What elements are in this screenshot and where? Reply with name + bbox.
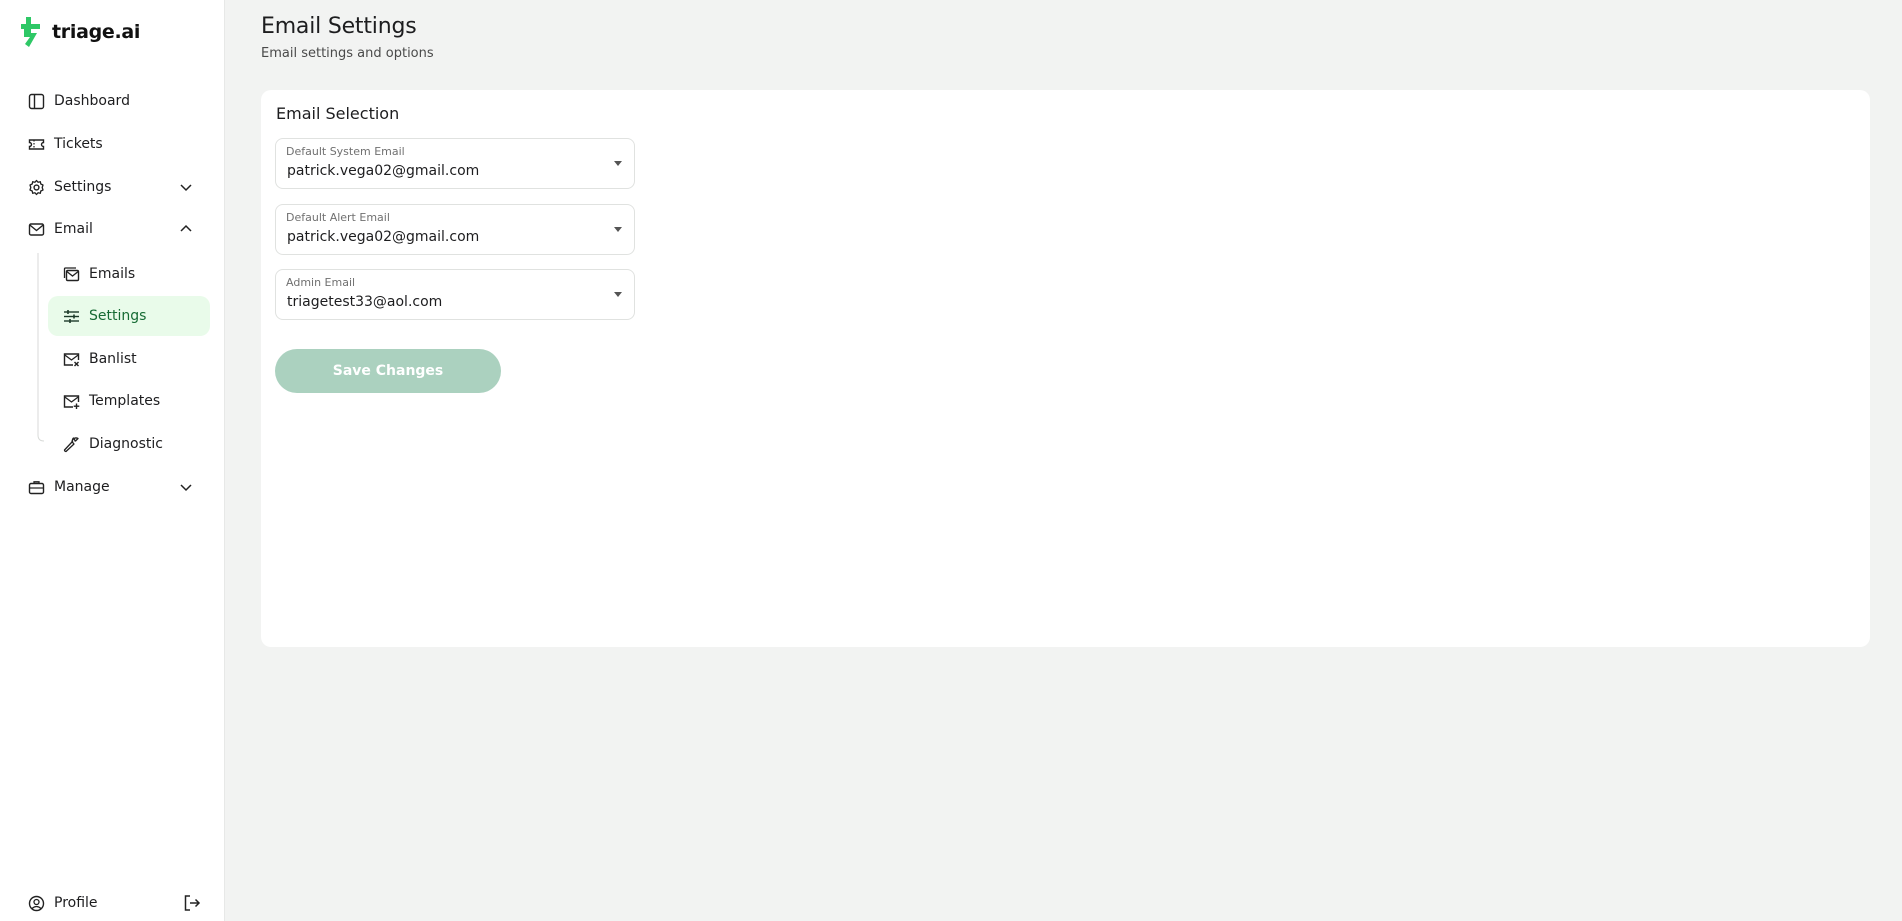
sidebar-item-label: Dashboard xyxy=(54,93,130,109)
save-changes-button[interactable]: Save Changes xyxy=(275,349,501,393)
email-sub-item-diagnostic[interactable]: Diagnostic xyxy=(48,424,210,464)
chevron-up-icon xyxy=(180,224,192,232)
sidebar: triage.ai Dashboard Tickets Settings Ema… xyxy=(0,0,225,921)
select-value: patrick.vega02@gmail.com xyxy=(287,229,480,245)
email-sub-item-banlist[interactable]: Banlist xyxy=(48,339,210,379)
page-subtitle: Email settings and options xyxy=(261,46,434,61)
triage-logo-icon xyxy=(21,17,40,47)
select-label: Admin Email xyxy=(286,276,356,289)
sidebar-item-label: Tickets xyxy=(54,136,103,152)
sidebar-item-dashboard[interactable]: Dashboard xyxy=(28,86,203,116)
gear-icon xyxy=(28,179,45,196)
sidebar-item-profile[interactable]: Profile xyxy=(28,888,203,918)
select-label: Default System Email xyxy=(286,145,405,158)
brand-logo[interactable]: triage.ai xyxy=(20,17,140,47)
sub-item-label: Templates xyxy=(89,393,161,409)
logout-icon[interactable] xyxy=(183,894,201,912)
mail-stack-icon xyxy=(63,266,80,283)
email-sub-item-emails[interactable]: Emails xyxy=(48,254,210,294)
mail-plus-icon xyxy=(63,393,80,410)
default-system-email-select[interactable]: Default System Email patrick.vega02@gmai… xyxy=(275,138,635,189)
user-circle-icon xyxy=(28,895,45,912)
chevron-down-icon xyxy=(180,484,192,492)
briefcase-icon xyxy=(28,479,45,496)
page-title: Email Settings xyxy=(261,14,417,39)
select-label: Default Alert Email xyxy=(286,211,390,224)
dropdown-caret-icon xyxy=(614,161,622,166)
sidebar-item-email[interactable]: Email xyxy=(28,214,203,244)
sidebar-item-label: Manage xyxy=(54,479,110,495)
profile-label: Profile xyxy=(54,895,98,911)
email-selection-card: Email Selection Default System Email pat… xyxy=(261,90,1870,647)
dashboard-icon xyxy=(28,93,45,110)
sub-item-label: Banlist xyxy=(89,351,137,367)
mail-x-icon xyxy=(63,351,80,368)
chevron-down-icon xyxy=(180,184,192,192)
mail-icon xyxy=(28,221,45,238)
admin-email-select[interactable]: Admin Email triagetest33@aol.com xyxy=(275,269,635,320)
email-sub-item-templates[interactable]: Templates xyxy=(48,381,210,421)
subtree-connector xyxy=(37,253,45,442)
ticket-icon xyxy=(28,136,45,153)
dropdown-caret-icon xyxy=(614,227,622,232)
sub-item-label: Settings xyxy=(89,308,147,324)
sidebar-item-settings[interactable]: Settings xyxy=(28,172,203,202)
select-value: patrick.vega02@gmail.com xyxy=(287,163,480,179)
sidebar-item-label: Email xyxy=(54,221,93,237)
select-value: triagetest33@aol.com xyxy=(287,294,443,310)
brand-name: triage.ai xyxy=(52,21,141,43)
default-alert-email-select[interactable]: Default Alert Email patrick.vega02@gmail… xyxy=(275,204,635,255)
email-sub-item-settings[interactable]: Settings xyxy=(48,296,210,336)
sub-item-label: Emails xyxy=(89,266,136,282)
sub-item-label: Diagnostic xyxy=(89,436,163,452)
wrench-icon xyxy=(63,436,80,453)
sliders-icon xyxy=(63,308,80,325)
sidebar-item-tickets[interactable]: Tickets xyxy=(28,129,203,159)
card-title: Email Selection xyxy=(276,104,400,123)
dropdown-caret-icon xyxy=(614,292,622,297)
sidebar-item-label: Settings xyxy=(54,179,112,195)
sidebar-item-manage[interactable]: Manage xyxy=(28,472,203,502)
